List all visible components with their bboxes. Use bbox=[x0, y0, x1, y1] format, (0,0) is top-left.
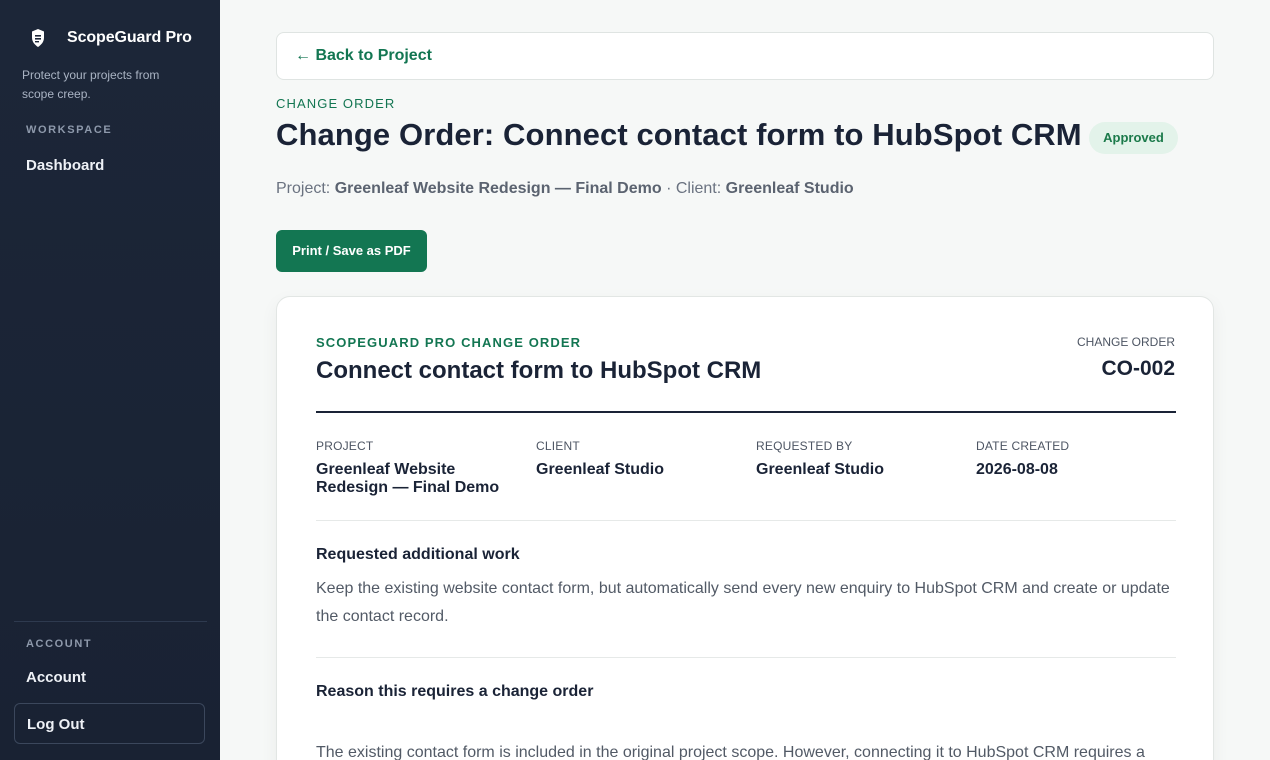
brand[interactable]: ScopeGuard Pro bbox=[30, 28, 192, 48]
sidebar: ScopeGuard Pro Protect your projects fro… bbox=[0, 0, 220, 760]
shield-icon bbox=[30, 28, 46, 48]
client-prefix: Client: bbox=[675, 180, 722, 197]
page-title: Change Order: Connect contact form to Hu… bbox=[276, 117, 1082, 152]
meta-separator: · bbox=[666, 180, 672, 197]
brand-name: ScopeGuard Pro bbox=[67, 29, 192, 46]
sidebar-item-account[interactable]: Account bbox=[26, 669, 86, 686]
sidebar-divider bbox=[14, 621, 207, 622]
project-meta: Project: Greenleaf Website Redesign — Fi… bbox=[276, 180, 854, 198]
field-client: CLIENT Greenleaf Studio bbox=[536, 439, 736, 479]
field-label: REQUESTED BY bbox=[756, 439, 853, 453]
back-bar: ← Back to Project bbox=[276, 32, 1214, 80]
document-rule bbox=[316, 411, 1176, 413]
field-label: PROJECT bbox=[316, 439, 374, 453]
change-order-label: CHANGE ORDER bbox=[1076, 335, 1175, 349]
project-name: Greenleaf Website Redesign — Final Demo bbox=[334, 180, 662, 197]
field-value: Greenleaf Studio bbox=[756, 461, 885, 478]
section-divider bbox=[316, 657, 1176, 658]
change-order-document: SCOPEGUARD PRO CHANGE ORDER Connect cont… bbox=[276, 296, 1214, 760]
field-requested-by: REQUESTED BY Greenleaf Studio bbox=[756, 439, 956, 479]
back-to-project-link[interactable]: ← Back to Project bbox=[295, 47, 432, 65]
requested-work-heading: Requested additional work bbox=[316, 546, 520, 563]
sidebar-item-dashboard[interactable]: Dashboard bbox=[26, 157, 104, 174]
field-label: CLIENT bbox=[536, 439, 580, 453]
section-divider bbox=[316, 520, 1176, 521]
field-value: Greenleaf Website Redesign — Final Demo bbox=[316, 461, 500, 496]
status-badge: Approved bbox=[1089, 122, 1178, 154]
document-title: Connect contact form to HubSpot CRM bbox=[316, 357, 762, 384]
field-value: Greenleaf Studio bbox=[536, 461, 665, 478]
client-name: Greenleaf Studio bbox=[725, 180, 854, 197]
reason-body: The existing contact form is included in… bbox=[316, 744, 1145, 760]
field-label: DATE CREATED bbox=[976, 439, 1070, 453]
requested-work-body: Keep the existing website contact form, … bbox=[316, 580, 1170, 625]
logout-button[interactable]: Log Out bbox=[14, 703, 205, 744]
field-date-created: DATE CREATED 2026-08-08 bbox=[976, 439, 1176, 479]
document-eyebrow: SCOPEGUARD PRO CHANGE ORDER bbox=[316, 335, 582, 350]
account-section-label: ACCOUNT bbox=[26, 638, 93, 650]
brand-tagline: Protect your projects from scope creep. bbox=[22, 68, 160, 101]
workspace-section-label: WORKSPACE bbox=[26, 124, 113, 136]
change-order-number: CO-002 bbox=[1101, 357, 1175, 380]
field-value: 2026-08-08 bbox=[976, 461, 1058, 478]
page-eyebrow: CHANGE ORDER bbox=[276, 96, 396, 111]
reason-heading: Reason this requires a change order bbox=[316, 683, 594, 700]
project-prefix: Project: bbox=[276, 180, 331, 197]
field-project: PROJECT Greenleaf Website Redesign — Fin… bbox=[316, 439, 511, 497]
print-save-pdf-button[interactable]: Print / Save as PDF bbox=[276, 230, 427, 272]
